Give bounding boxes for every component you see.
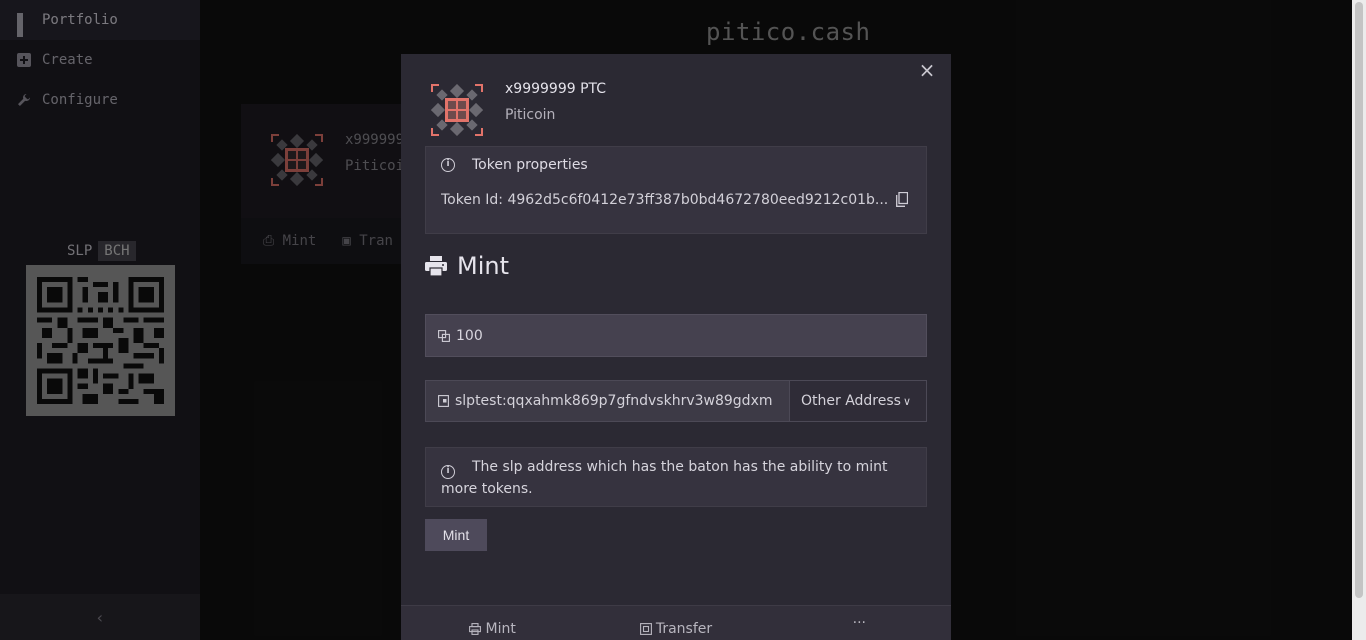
token-modal: × x9999999 PTC Piticoin i Token properti… [401,54,951,640]
mint-heading: Mint [425,252,509,280]
wallet-icon [438,395,449,407]
scrollbar-thumb[interactable] [1355,2,1363,598]
action-mint-label: Mint [485,621,516,637]
baton-address-input[interactable]: slptest:qqxahmk869p7gfndvskhrv3w89gdxm [425,380,790,422]
action-more[interactable]: ··· [768,606,951,640]
address-select[interactable]: Other Address ∨ [790,380,927,422]
printer-icon [425,256,447,276]
action-transfer[interactable]: Transfer [584,606,767,640]
copy-icon[interactable] [896,192,908,207]
token-logo-icon [430,83,484,140]
action-mint[interactable]: Mint [401,606,584,640]
amount-icon [438,329,450,342]
token-title: x9999999 PTC [505,81,607,97]
token-name: Piticoin [505,107,556,123]
mint-button[interactable]: Mint [425,519,487,551]
address-select-value: Other Address [801,393,901,409]
printer-icon [469,623,482,635]
chevron-down-icon: ∨ [902,394,912,408]
info-icon: i [441,465,455,479]
amount-value: 100 [456,327,483,344]
info-icon: i [441,158,455,172]
page-scrollbar[interactable] [1352,0,1366,640]
action-transfer-label: Transfer [655,621,713,637]
mint-heading-label: Mint [457,252,509,280]
token-properties-title: Token properties [472,157,588,173]
baton-info-text: The slp address which has the baton has … [441,459,888,497]
token-properties-panel: i Token properties Token Id: 4962d5c6f04… [425,146,927,234]
baton-address-row: slptest:qqxahmk869p7gfndvskhrv3w89gdxm O… [425,380,927,422]
token-id: Token Id: 4962d5c6f0412e73ff387b0bd46727… [441,192,889,208]
amount-input[interactable]: 100 [425,314,927,357]
baton-address-value: slptest:qqxahmk869p7gfndvskhrv3w89gdxm [455,393,773,409]
token-properties-header[interactable]: i Token properties [441,157,588,173]
modal-actions: Mint Transfer ··· [401,605,951,640]
transfer-icon [639,623,652,635]
close-icon[interactable]: × [917,60,937,80]
baton-info-note: i The slp address which has the baton has… [425,447,927,507]
more-icon: ··· [852,615,866,631]
